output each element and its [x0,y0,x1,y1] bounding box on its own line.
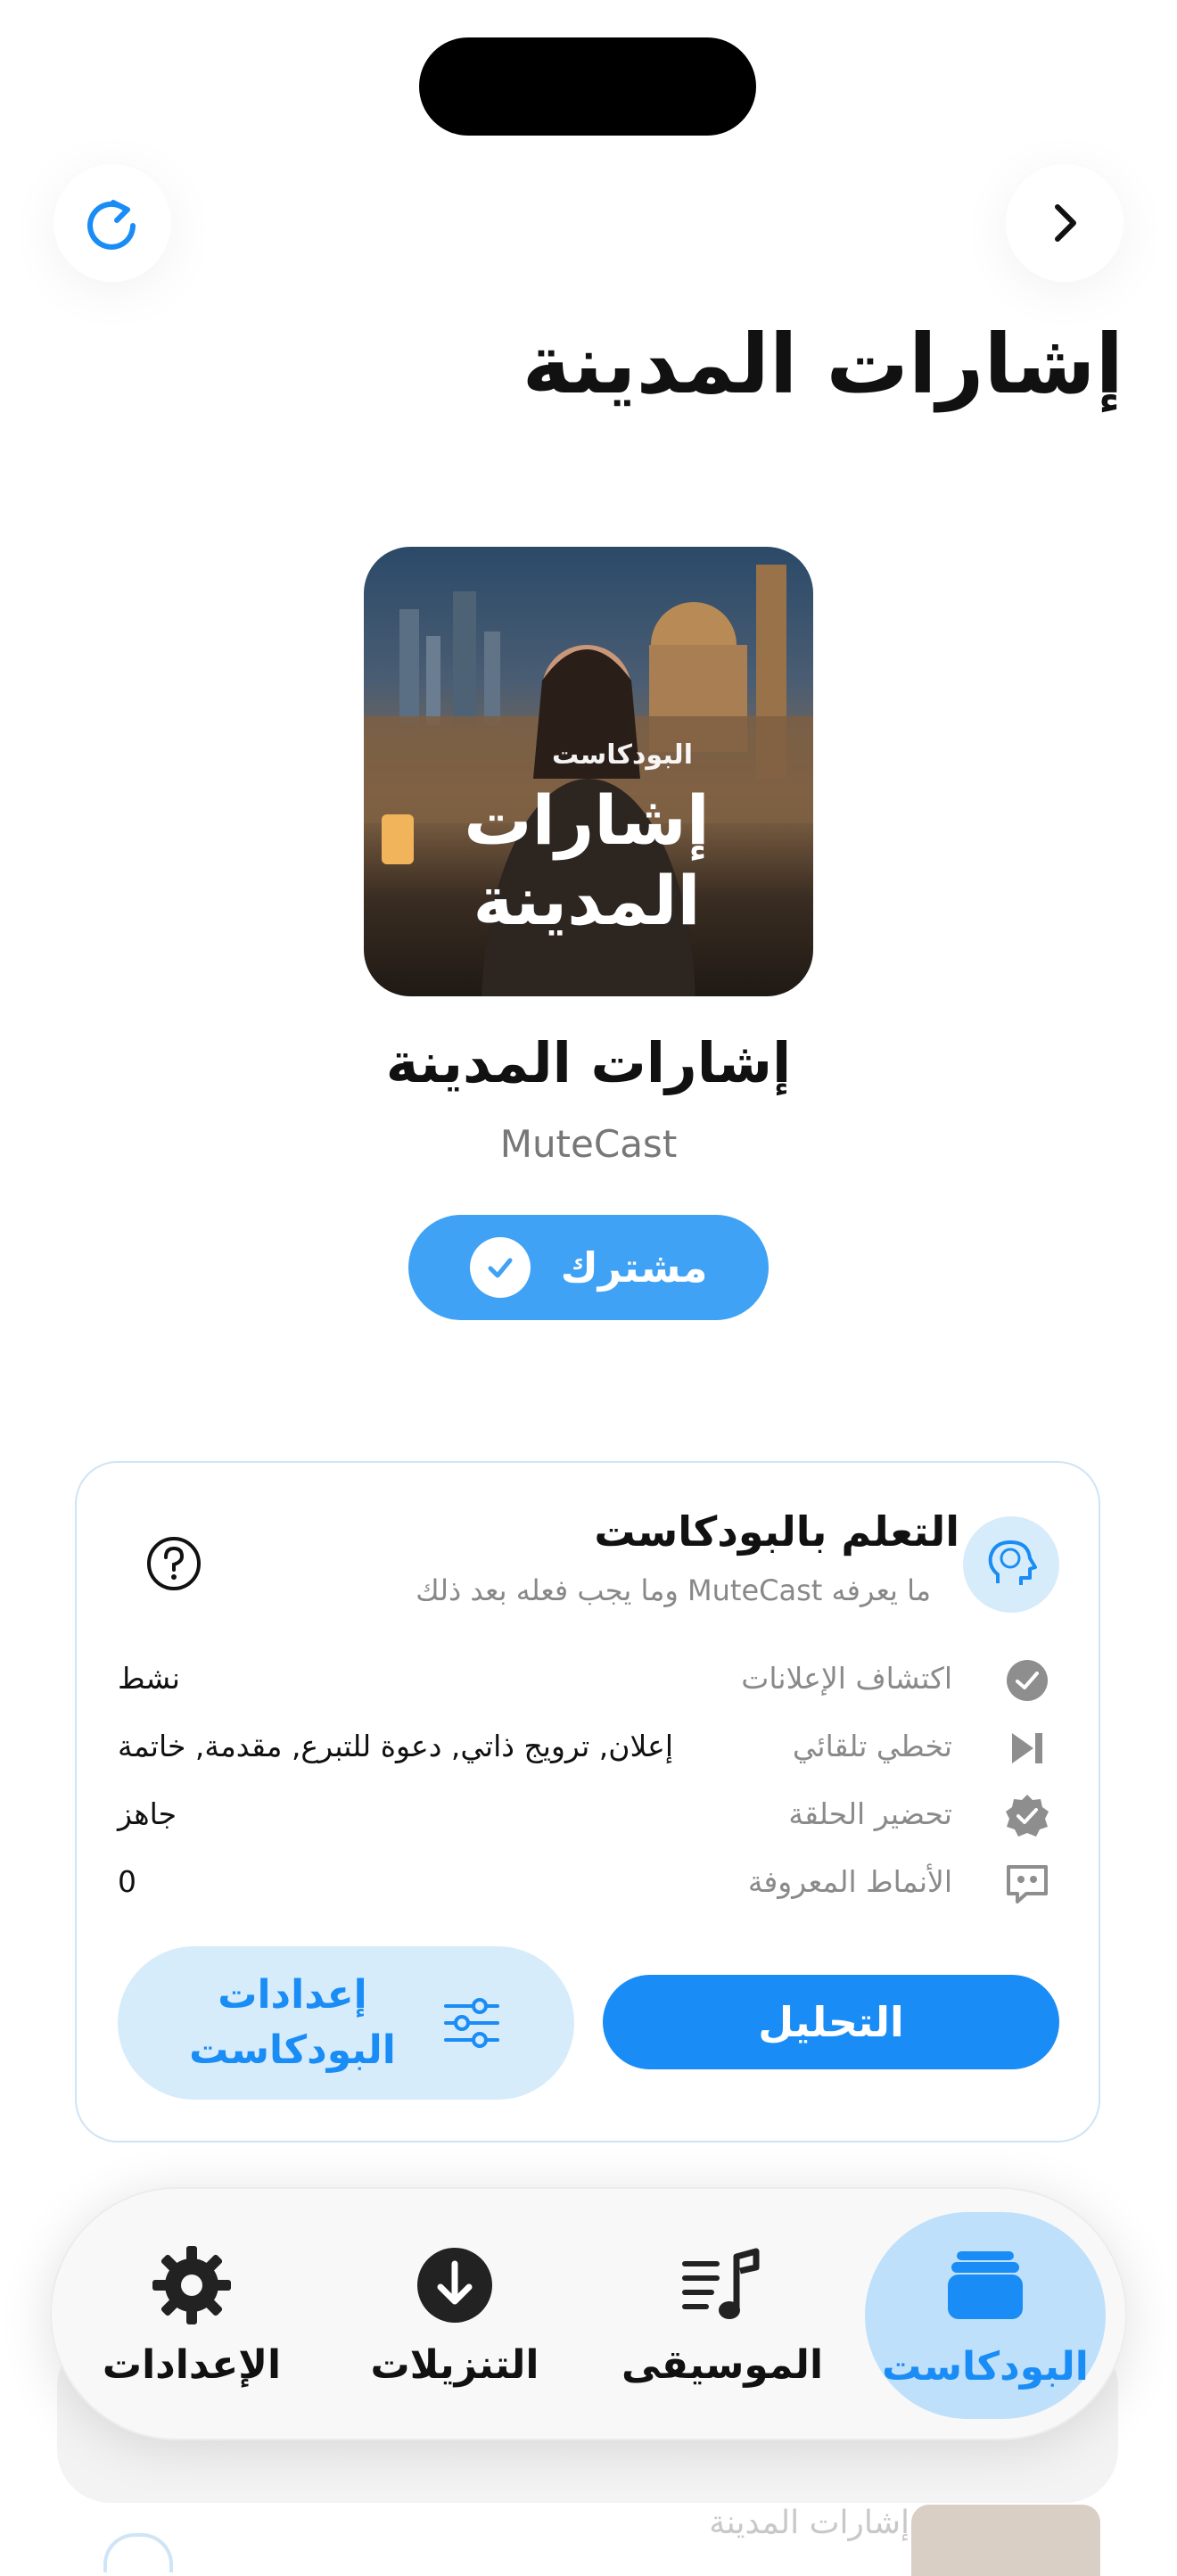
refresh-icon [87,200,136,250]
row-value-auto-skip: إعلان, ترويج ذاتي, دعوة للتبرع, مقدمة, خ… [118,1729,674,1763]
brain-head-icon [963,1516,1059,1613]
check-circle-icon [1000,1654,1054,1707]
background-icon [103,2533,173,2572]
tab-podcasts[interactable]: البودكاست [865,2212,1106,2419]
background-title: إشارات المدينة [709,2505,910,2541]
row-value-ad-detection: نشط [118,1661,180,1696]
learning-subtitle: ما يعرفه MuteCast وما يجب فعله بعد ذلك [416,1573,931,1607]
download-icon [417,2247,492,2323]
dynamic-island [419,37,756,136]
help-button[interactable] [143,1532,205,1595]
podcast-settings-button[interactable]: إعدادات البودكاست [118,1946,574,2100]
refresh-button[interactable] [54,164,171,282]
tab-label-podcasts: البودكاست [882,2343,1089,2390]
chevron-right-icon [1055,204,1076,242]
quote-bubble-icon [1000,1857,1054,1911]
artwork-title-line2: المدينة [473,861,701,940]
subscribed-button[interactable]: مشترك [408,1215,769,1320]
stack-icon [948,2250,1023,2319]
sliders-icon [443,1998,499,2048]
row-value-episode-prep: جاهز [118,1796,177,1831]
checkmark-icon [469,1237,531,1298]
podcast-artwork: البودكاست إشارات المدينة [364,547,813,996]
skip-forward-icon [1000,1721,1054,1775]
back-button[interactable] [1006,164,1124,282]
podcast-name: إشارات المدينة [385,1030,792,1095]
row-value-known-patterns: 0 [118,1864,136,1899]
gear-icon [152,2245,231,2324]
tab-music[interactable]: الموسيقى [606,2212,838,2419]
podcast-settings-label-line2: البودكاست [189,2027,396,2073]
publisher-name[interactable]: MuteCast [0,1122,1177,1166]
artwork-title-line1: إشارات [464,780,710,860]
artwork-kicker: البودكاست [552,739,693,771]
tab-settings[interactable]: الإعدادات [89,2212,294,2419]
question-circle-icon [147,1537,201,1590]
music-list-icon [682,2248,760,2319]
background-thumbnail [911,2505,1100,2576]
tab-downloads[interactable]: التنزيلات [348,2212,562,2419]
page-title: إشارات المدينة [522,317,1124,412]
podcast-settings-label-line1: إعدادات [218,1972,367,2018]
learning-title: التعلم بالبودكاست [594,1507,959,1556]
analyze-button[interactable]: التحليل [603,1975,1059,2069]
verified-badge-icon [1000,1789,1054,1843]
tab-label-settings: الإعدادات [102,2341,282,2388]
tab-label-downloads: التنزيلات [370,2341,539,2388]
tab-label-music: الموسيقى [621,2341,824,2388]
subscribe-label: مشترك [560,1243,708,1292]
